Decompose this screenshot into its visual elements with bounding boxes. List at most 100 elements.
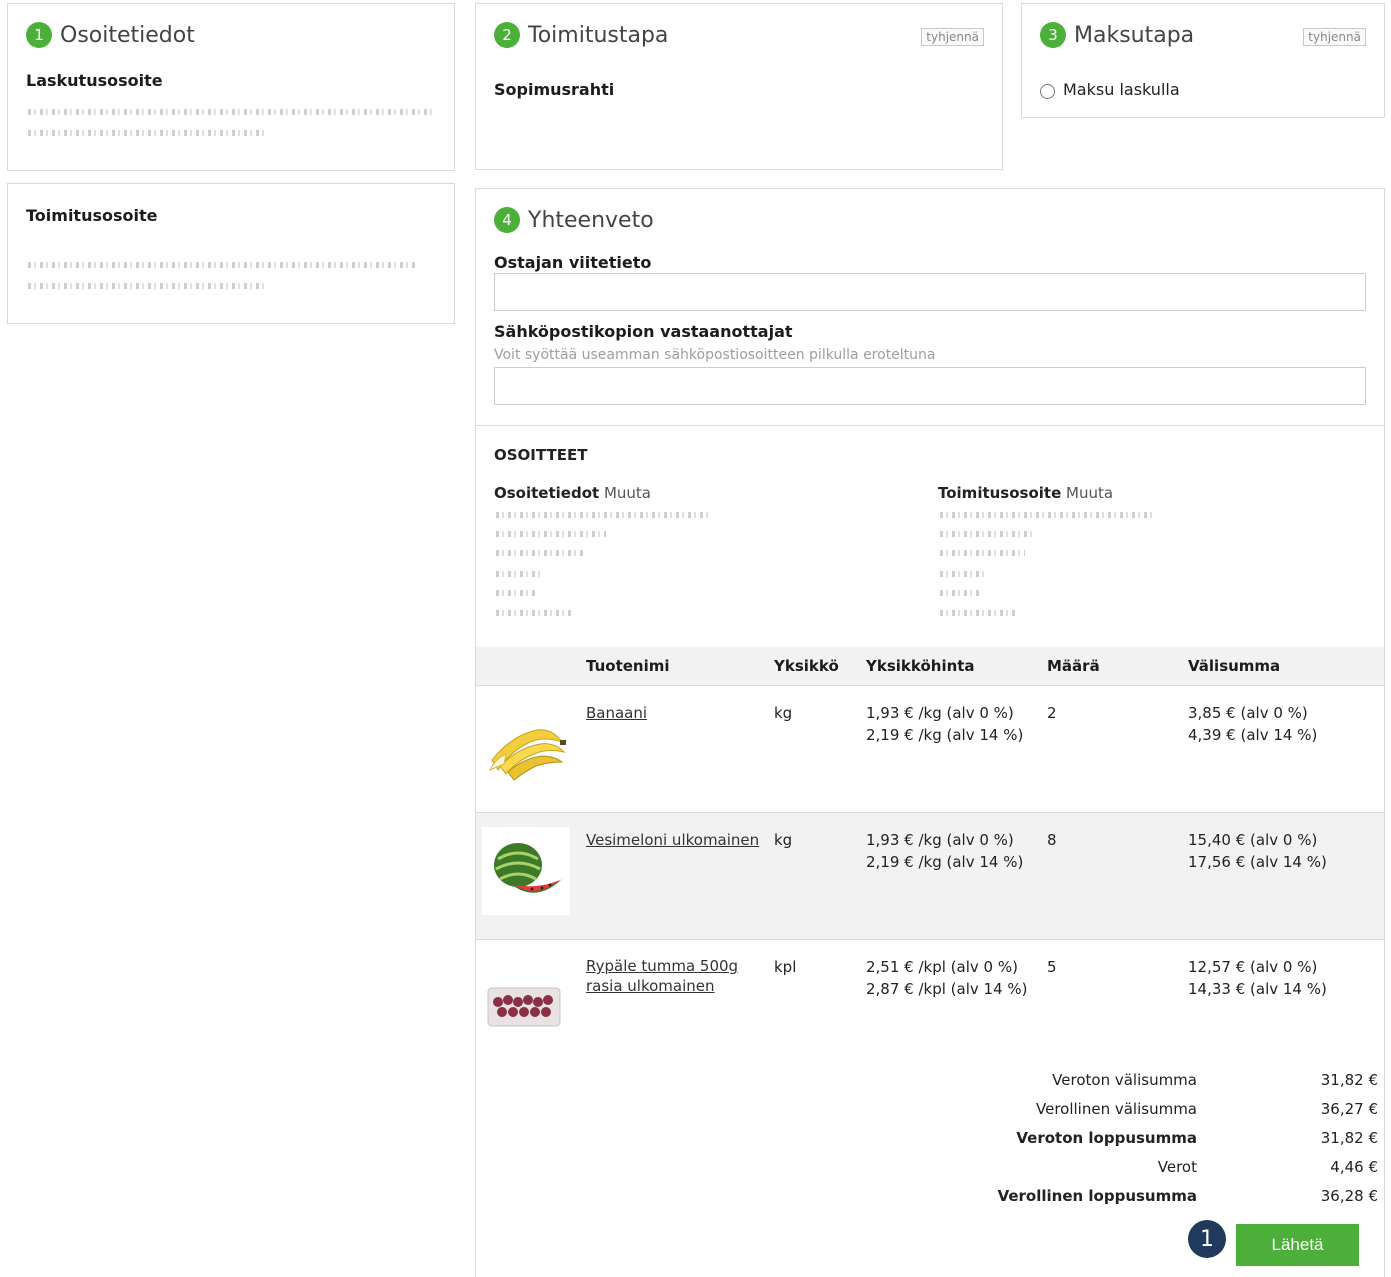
unit-price-vat0: 2,51 € /kpl (alv 0 %) xyxy=(866,958,1018,976)
address-panel: 1 Osoitetiedot Laskutusosoite xyxy=(7,3,455,171)
total-label-net-total: Veroton loppusumma xyxy=(1016,1129,1197,1147)
subtotal-vat14: 14,33 € (alv 14 %) xyxy=(1188,980,1327,998)
delivery-address-line-1 xyxy=(28,262,418,268)
billing-address-line-1 xyxy=(28,109,433,115)
table-row: Banaani kg 1,93 € /kg (alv 0 %) 2,19 € /… xyxy=(476,686,1384,813)
addresses-right-line-3 xyxy=(940,550,1025,556)
unit-price-vat0: 1,93 € /kg (alv 0 %) xyxy=(866,831,1014,849)
summary-panel: 4 Yhteenveto Ostajan viitetieto Sähköpos… xyxy=(475,188,1385,1277)
payment-step-title: 3 Maksutapa xyxy=(1040,22,1194,48)
unit-price-cell: 2,51 € /kpl (alv 0 %) 2,87 € /kpl (alv 1… xyxy=(866,956,1028,1000)
total-label-taxes: Verot xyxy=(1157,1158,1197,1176)
total-label-net-subtotal: Veroton välisumma xyxy=(1052,1071,1197,1089)
addresses-right-line-1 xyxy=(940,512,1155,518)
addresses-right-line-4 xyxy=(940,571,985,577)
addresses-left-line-2 xyxy=(496,531,606,537)
step-number-4: 4 xyxy=(494,207,520,233)
payment-title: Maksutapa xyxy=(1074,22,1195,48)
addresses-right-heading: Toimitusosoite Muuta xyxy=(938,484,1113,502)
addresses-right-line-6 xyxy=(940,610,1015,616)
subtotal-cell: 12,57 € (alv 0 %) 14,33 € (alv 14 %) xyxy=(1188,956,1327,1000)
quantity-cell: 8 xyxy=(1047,831,1057,849)
col-unit-price: Yksikköhinta xyxy=(866,657,975,675)
address-step-title: 1 Osoitetiedot xyxy=(26,22,195,48)
subtotal-vat0: 3,85 € (alv 0 %) xyxy=(1188,704,1308,722)
addresses-heading: OSOITTEET xyxy=(494,446,588,464)
total-label-gross-total: Verollinen loppusumma xyxy=(997,1187,1197,1205)
subtotal-vat0: 15,40 € (alv 0 %) xyxy=(1188,831,1318,849)
table-row: Rypäle tumma 500g rasia ulkomainen kpl 2… xyxy=(476,940,1384,1067)
addresses-left-change-link[interactable]: Muuta xyxy=(604,484,651,502)
delivery-address-panel: Toimitusosoite xyxy=(7,183,455,324)
addresses-left-line-6 xyxy=(496,610,571,616)
summary-divider xyxy=(476,425,1384,426)
banana-image xyxy=(488,729,566,781)
product-link-vesimeloni[interactable]: Vesimeloni ulkomainen xyxy=(586,829,759,851)
addresses-right-change-link[interactable]: Muuta xyxy=(1066,484,1113,502)
addresses-left-heading: Osoitetiedot Muuta xyxy=(494,484,651,502)
addresses-right-title: Toimitusosoite xyxy=(938,484,1062,502)
table-row: Vesimeloni ulkomainen kg 1,93 € /kg (alv… xyxy=(476,813,1384,940)
unit-cell: kpl xyxy=(774,958,797,976)
unit-price-cell: 1,93 € /kg (alv 0 %) 2,19 € /kg (alv 14 … xyxy=(866,702,1023,746)
total-value-gross-subtotal: 36,27 € xyxy=(1320,1100,1378,1118)
unit-price-vat14: 2,19 € /kg (alv 14 %) xyxy=(866,853,1024,871)
step-number-2: 2 xyxy=(494,22,520,48)
email-recipients-hint: Voit syöttää useamman sähköpostiosoittee… xyxy=(494,347,936,363)
billing-address-line-2 xyxy=(28,130,268,136)
addresses-left-line-3 xyxy=(496,550,586,556)
buyer-reference-input[interactable] xyxy=(494,273,1366,311)
subtotal-cell: 3,85 € (alv 0 %) 4,39 € (alv 14 %) xyxy=(1188,702,1317,746)
unit-price-vat14: 2,19 € /kg (alv 14 %) xyxy=(866,726,1024,744)
delivery-method-panel: 2 Toimitustapa tyhjennä Sopimusrahti xyxy=(475,3,1003,170)
addresses-left-line-5 xyxy=(496,590,536,596)
delivery-address-heading: Toimitusosoite xyxy=(26,206,158,225)
invoice-payment-radio[interactable] xyxy=(1040,84,1055,99)
step-callout-badge: 1 xyxy=(1188,1220,1226,1258)
col-product-name: Tuotenimi xyxy=(586,657,670,675)
delivery-address-line-2 xyxy=(28,283,268,289)
grapes-image xyxy=(487,987,561,1027)
unit-price-cell: 1,93 € /kg (alv 0 %) 2,19 € /kg (alv 14 … xyxy=(866,829,1023,873)
product-table-header: Tuotenimi Yksikkö Yksikköhinta Määrä Väl… xyxy=(476,647,1384,686)
invoice-payment-label[interactable]: Maksu laskulla xyxy=(1063,80,1180,99)
addresses-right-line-5 xyxy=(940,590,980,596)
total-label-gross-subtotal: Verollinen välisumma xyxy=(1036,1100,1197,1118)
delivery-title: Toimitustapa xyxy=(528,22,669,48)
summary-step-title: 4 Yhteenveto xyxy=(494,207,654,233)
step-number-3: 3 xyxy=(1040,22,1066,48)
summary-title: Yhteenveto xyxy=(528,207,654,233)
product-link-banaani[interactable]: Banaani xyxy=(586,702,647,724)
email-recipients-input[interactable] xyxy=(494,367,1366,405)
payment-panel: 3 Maksutapa tyhjennä Maksu laskulla xyxy=(1021,3,1385,118)
billing-address-heading: Laskutusosoite xyxy=(26,71,163,90)
delivery-step-title: 2 Toimitustapa xyxy=(494,22,668,48)
payment-clear-button[interactable]: tyhjennä xyxy=(1303,28,1366,46)
col-subtotal: Välisumma xyxy=(1188,657,1281,675)
addresses-left-title: Osoitetiedot xyxy=(494,484,600,502)
step-number-1: 1 xyxy=(26,22,52,48)
col-unit: Yksikkö xyxy=(774,657,839,675)
unit-price-vat14: 2,87 € /kpl (alv 14 %) xyxy=(866,980,1028,998)
total-value-net-subtotal: 31,82 € xyxy=(1320,1071,1378,1089)
watermelon-image xyxy=(482,827,570,915)
send-button[interactable]: Lähetä xyxy=(1236,1224,1359,1266)
subtotal-vat0: 12,57 € (alv 0 %) xyxy=(1188,958,1318,976)
total-value-net-total: 31,82 € xyxy=(1320,1129,1378,1147)
delivery-clear-button[interactable]: tyhjennä xyxy=(921,28,984,46)
subtotal-vat14: 17,56 € (alv 14 %) xyxy=(1188,853,1327,871)
unit-price-vat0: 1,93 € /kg (alv 0 %) xyxy=(866,704,1014,722)
product-link-rypale[interactable]: Rypäle tumma 500g rasia ulkomainen xyxy=(586,956,756,996)
total-value-gross-total: 36,28 € xyxy=(1320,1187,1378,1205)
unit-cell: kg xyxy=(774,704,793,722)
col-quantity: Määrä xyxy=(1047,657,1100,675)
buyer-reference-label: Ostajan viitetieto xyxy=(494,253,652,272)
address-title: Osoitetiedot xyxy=(60,22,195,48)
addresses-right-line-2 xyxy=(940,531,1035,537)
total-value-taxes: 4,46 € xyxy=(1330,1158,1378,1176)
quantity-cell: 5 xyxy=(1047,958,1057,976)
delivery-method-label: Sopimusrahti xyxy=(494,80,615,99)
addresses-left-line-4 xyxy=(496,571,541,577)
subtotal-vat14: 4,39 € (alv 14 %) xyxy=(1188,726,1318,744)
unit-cell: kg xyxy=(774,831,793,849)
